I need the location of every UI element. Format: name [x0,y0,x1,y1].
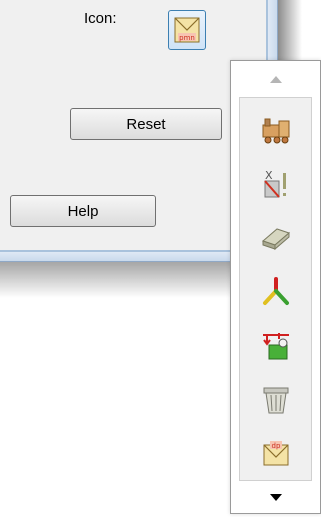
svg-text:pmn: pmn [179,34,195,42]
basket-icon [263,387,288,414]
eraser-icon [261,228,290,251]
palette-item-basket[interactable] [240,376,311,424]
icon-picker-button[interactable]: pmn [168,10,206,50]
palette-item-train[interactable] [240,106,311,154]
train-icon [262,118,289,144]
palette-item-eraser[interactable] [240,214,311,262]
palette-items: X dp [239,97,312,481]
svg-text:dp: dp [271,442,280,450]
dp-envelope-icon: dp [263,441,288,466]
x-exclaim-icon: X [263,169,286,198]
triangle-up-icon [269,76,282,83]
palette-item-branch[interactable] [240,268,311,316]
palette-scroll-down-button[interactable] [231,483,320,513]
envelope-icon: pmn [174,17,200,43]
settings-dialog: Icon: pmn Reset Help [0,0,268,252]
palette-item-green-device[interactable] [240,322,311,370]
branch-icon [262,277,289,305]
green-device-icon [262,333,289,360]
palette-scroll-up-button[interactable] [231,61,320,97]
svg-text:X: X [265,169,273,182]
help-button[interactable]: Help [10,195,156,227]
palette-item-dp-envelope[interactable]: dp [240,430,311,478]
icon-label: Icon: [84,10,117,27]
icon-palette-popup: X dp [230,60,321,514]
reset-button[interactable]: Reset [70,108,222,140]
palette-item-x-exclaim[interactable]: X [240,160,311,208]
triangle-down-icon [269,494,282,501]
